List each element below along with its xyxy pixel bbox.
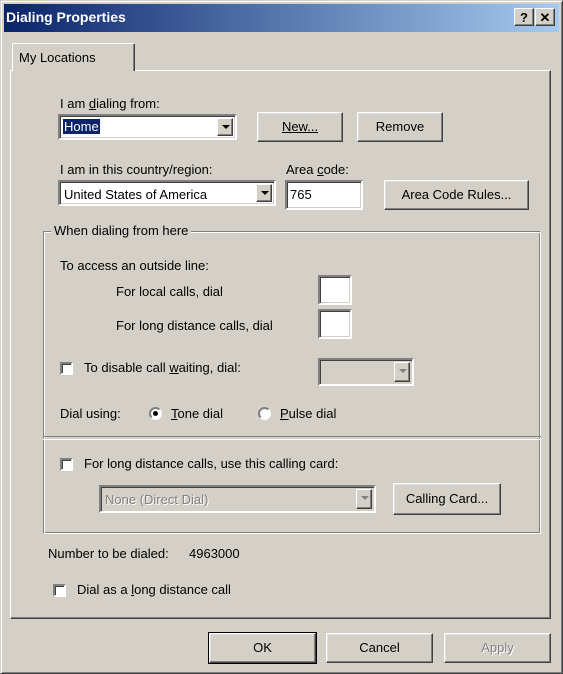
number-to-dial-value: 4963000 [189, 546, 240, 561]
area-code-input[interactable]: 765 [285, 180, 363, 210]
close-button[interactable]: ✕ [535, 8, 555, 26]
dialing-properties-window: Dialing Properties ? ✕ My Locations I am… [0, 0, 563, 674]
local-calls-prefix-input[interactable] [318, 275, 352, 305]
call-waiting-checkbox[interactable] [60, 362, 73, 375]
ok-button[interactable]: OK [208, 632, 317, 664]
calling-card-checkbox[interactable] [60, 458, 73, 471]
long-distance-call-label: Dial as a long distance call [77, 582, 231, 597]
pulse-dial-label: Pulse dial [280, 406, 337, 421]
calling-card-value: None (Direct Dial) [105, 492, 209, 507]
new-button-label: New... [281, 119, 319, 134]
area-code-label: Area code: [286, 162, 349, 177]
window-title: Dialing Properties [6, 9, 126, 25]
dialing-from-value: Home [63, 119, 100, 134]
long-distance-prefix-input[interactable] [318, 309, 352, 339]
chevron-down-icon[interactable] [394, 362, 410, 382]
local-calls-label: For local calls, dial [116, 284, 223, 299]
country-value: United States of America [64, 187, 208, 202]
cancel-button[interactable]: Cancel [326, 633, 433, 663]
country-label: I am in this country/region: [60, 162, 213, 177]
dial-using-label: Dial using: [60, 406, 121, 421]
area-code-rules-button[interactable]: Area Code Rules... [384, 180, 529, 210]
chevron-down-icon[interactable] [256, 184, 272, 202]
pulse-dial-radio[interactable] [258, 407, 271, 420]
group-title: When dialing from here [51, 223, 192, 238]
chevron-down-icon[interactable] [356, 489, 372, 509]
country-dropdown[interactable]: United States of America [58, 180, 276, 206]
tone-dial-radio[interactable] [149, 407, 162, 420]
calling-card-label: For long distance calls, use this callin… [84, 456, 339, 471]
tab-my-locations[interactable]: My Locations [12, 43, 135, 71]
outside-line-label: To access an outside line: [60, 258, 209, 273]
long-distance-prefix-label: For long distance calls, dial [116, 318, 273, 333]
chevron-down-icon[interactable] [217, 118, 233, 136]
tab-label: My Locations [19, 50, 96, 65]
group-divider [43, 436, 541, 440]
long-distance-call-checkbox[interactable] [53, 584, 66, 597]
apply-button-label: Apply [481, 640, 514, 655]
area-code-value: 765 [290, 187, 312, 202]
call-waiting-code-dropdown[interactable] [318, 358, 414, 386]
calling-card-dropdown[interactable]: None (Direct Dial) [99, 485, 376, 513]
help-button[interactable]: ? [514, 8, 534, 26]
area-code-rules-label: Area Code Rules... [401, 187, 512, 202]
new-location-button[interactable]: New... [257, 112, 343, 142]
calling-card-button[interactable]: Calling Card... [393, 483, 501, 515]
ok-button-label: OK [253, 640, 272, 655]
apply-button[interactable]: Apply [444, 633, 551, 663]
remove-location-button[interactable]: Remove [357, 112, 443, 142]
number-to-dial-label: Number to be dialed: [48, 546, 169, 561]
dialing-from-label: I am dialing from: [60, 96, 160, 111]
remove-button-label: Remove [375, 119, 425, 134]
dialing-from-dropdown[interactable]: Home [58, 114, 237, 140]
title-bar[interactable]: Dialing Properties ? ✕ [4, 4, 559, 32]
tone-dial-label: Tone dial [171, 406, 224, 421]
cancel-button-label: Cancel [359, 640, 400, 655]
calling-card-button-label: Calling Card... [405, 491, 489, 506]
call-waiting-label: To disable call waiting, dial: [84, 360, 241, 375]
